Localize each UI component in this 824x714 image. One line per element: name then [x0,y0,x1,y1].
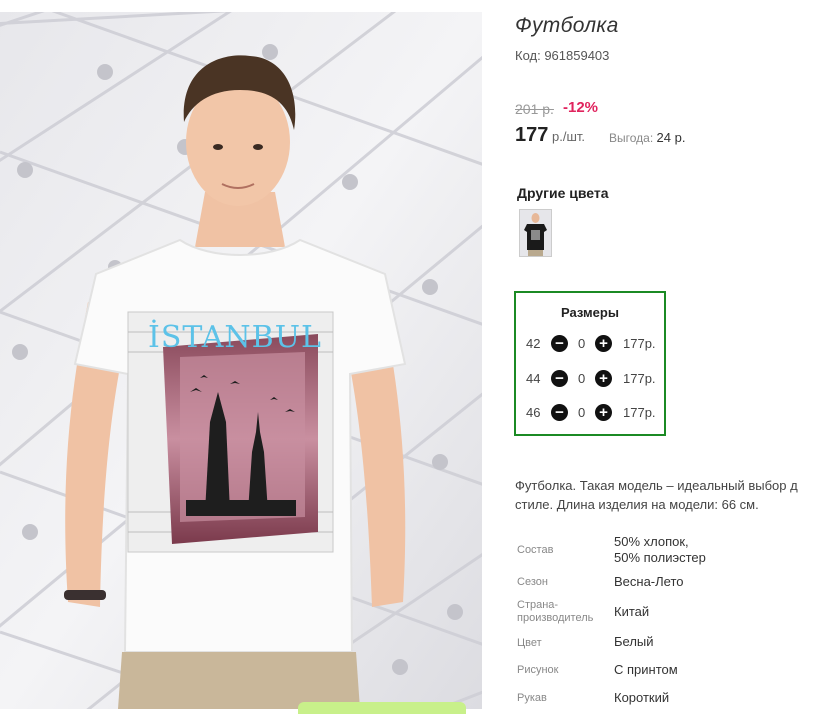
size-price: 177р. [623,371,656,386]
old-price: 201 р. [515,101,554,117]
current-price: 177 р./шт. [515,124,585,147]
other-colors-title: Другие цвета [517,185,609,201]
benefit-label: Выгода: [609,131,654,145]
minus-icon[interactable]: − [551,404,568,421]
attr-value-color: Белый [614,634,654,649]
description-line: стиле. Длина изделия на модели: 66 см. [515,497,759,512]
size-price: 177р. [623,336,656,351]
product-description: Футболка. Такая модель – идеальный выбор… [515,476,824,514]
attr-value-country: Китай [614,604,650,619]
benefit-value: 24 р. [656,130,686,145]
product-title: Футболка [515,14,619,37]
print-text: İSTANBUL [148,319,322,355]
minus-icon[interactable]: − [551,335,568,352]
attr-label-line: Страна- [517,599,559,611]
size-label: 42 [526,336,541,351]
minus-icon[interactable]: − [551,370,568,387]
attr-label-country: Страна- производитель [517,599,593,625]
product-code: Код: 961859403 [515,48,610,63]
attr-label-print: Рисунок [517,664,559,676]
discount-badge: -12% [563,99,599,116]
price-value: 177 [515,124,549,146]
size-row-46: 46 − 0 + 177р. [526,403,666,423]
quantity-value[interactable]: 0 [578,336,585,351]
benefit: Выгода: 24 р. [609,130,685,145]
size-label: 46 [526,405,541,420]
attr-value-line: 50% полиэстер [614,550,706,565]
attr-value-composition: 50% хлопок, 50% полиэстер [614,534,706,566]
price-unit: р./шт. [552,129,586,144]
attr-label-line: производитель [517,612,594,624]
size-row-44: 44 − 0 + 177р. [526,369,666,389]
size-price: 177р. [623,405,656,420]
quantity-value[interactable]: 0 [578,405,585,420]
size-label: 44 [526,371,541,386]
color-swatch-black[interactable] [519,209,552,257]
quantity-value[interactable]: 0 [578,371,585,386]
product-photo[interactable]: İSTANBUL [0,12,482,709]
attr-label-color: Цвет [517,637,542,649]
attr-value-season: Весна-Лето [614,574,684,589]
sizes-panel: Размеры 42 − 0 + 177р. 44 − 0 + 177р. 46… [514,291,666,436]
attr-value-sleeve: Короткий [614,690,670,705]
attr-value-line: 50% хлопок, [614,534,689,549]
attr-value-print: С принтом [614,662,678,677]
attr-label-composition: Состав [517,544,554,556]
plus-icon[interactable]: + [595,370,612,387]
description-line: Футболка. Такая модель – идеальный выбор… [515,478,798,493]
sizes-title: Размеры [561,305,619,320]
bottom-action-tab[interactable] [298,702,466,714]
plus-icon[interactable]: + [595,335,612,352]
attr-label-sleeve: Рукав [517,692,547,704]
size-row-42: 42 − 0 + 177р. [526,334,666,354]
plus-icon[interactable]: + [595,404,612,421]
attr-label-season: Сезон [517,576,548,588]
